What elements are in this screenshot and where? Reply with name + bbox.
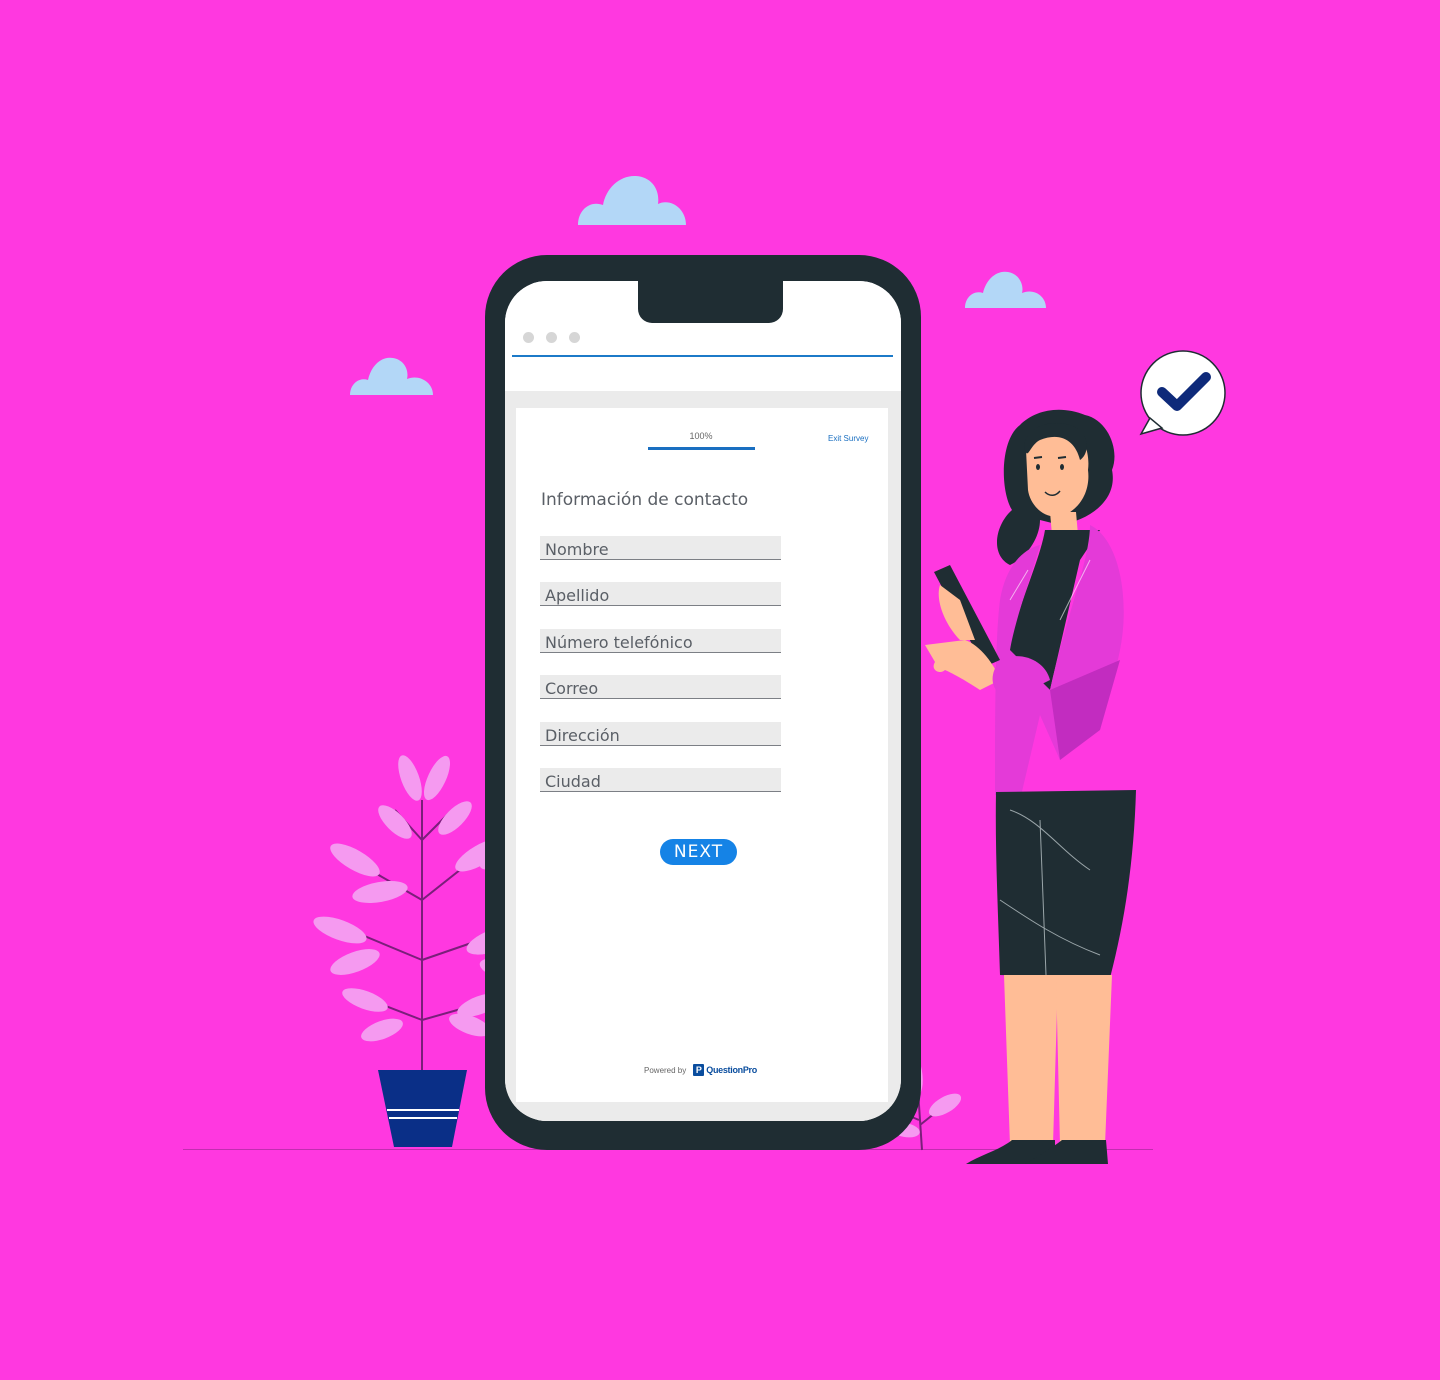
phone-device: 100% Exit Survey Información de contacto… [485, 255, 921, 1150]
last-name-field[interactable] [540, 582, 781, 606]
progress-bar [648, 447, 755, 450]
first-name-field[interactable] [540, 536, 781, 560]
questionpro-logo[interactable]: P QuestionPro [693, 1064, 757, 1076]
section-title: Información de contacto [541, 490, 749, 510]
page-frame: 100% Exit Survey Información de contacto… [505, 391, 901, 1121]
powered-by: Powered by P QuestionPro [644, 1064, 757, 1076]
next-button[interactable]: NEXT [660, 839, 737, 865]
address-field[interactable] [540, 722, 781, 746]
phone-screen: 100% Exit Survey Información de contacto… [505, 281, 901, 1121]
window-dot-icon [523, 332, 534, 343]
window-dot-icon [569, 332, 580, 343]
cloud-icon [350, 357, 433, 395]
phone-notch [638, 281, 783, 323]
progress-bar-fill [648, 447, 755, 450]
woman-figure [925, 409, 1136, 1164]
questionpro-logo-icon: P [693, 1064, 705, 1076]
survey-card: 100% Exit Survey Información de contacto… [516, 408, 888, 1102]
brand-name: QuestionPro [706, 1065, 757, 1075]
powered-by-label: Powered by [644, 1065, 687, 1075]
address-bar-line [512, 355, 893, 357]
illustration-scene: 100% Exit Survey Información de contacto… [0, 0, 1440, 1380]
exit-survey-link[interactable]: Exit Survey [828, 434, 868, 443]
cloud-icon [578, 175, 686, 225]
check-bubble-icon [1139, 350, 1226, 436]
email-field[interactable] [540, 675, 781, 699]
city-field[interactable] [540, 768, 781, 792]
window-dot-icon [546, 332, 557, 343]
progress-label: 100% [689, 431, 713, 441]
cloud-icon [965, 271, 1046, 308]
phone-number-field[interactable] [540, 629, 781, 653]
